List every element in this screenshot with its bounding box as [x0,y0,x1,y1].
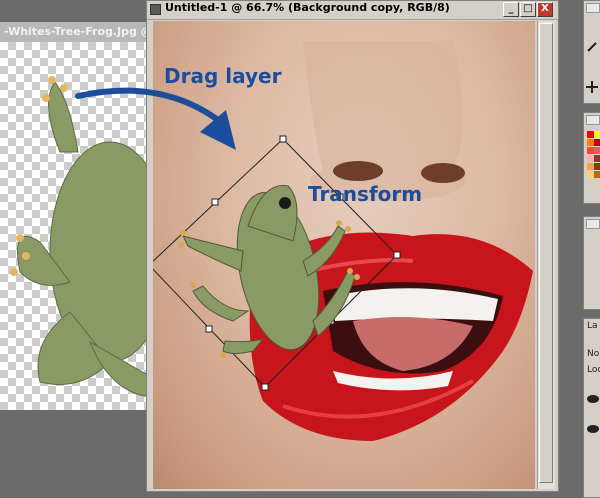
scrollbar-thumb[interactable] [539,23,553,483]
background-document-canvas[interactable] [0,42,171,410]
palette-tool-icons[interactable] [584,21,600,101]
layer-visibility-eye-icon[interactable] [587,425,599,433]
lock-label: Lock [587,365,600,375]
color-swatch[interactable] [594,147,600,154]
color-swatch[interactable] [587,155,594,162]
color-swatch[interactable] [587,171,594,178]
color-swatch[interactable] [594,163,600,170]
palette-tab[interactable] [586,3,600,13]
layer-visibility-eye-icon[interactable] [587,395,599,403]
color-swatch[interactable] [594,155,600,162]
background-document-title[interactable]: -Whites-Tree-Frog.Jpg @ 100 [0,22,160,42]
color-swatch[interactable] [587,139,594,146]
frog-layer[interactable] [153,21,535,489]
color-swatch[interactable] [587,163,594,170]
blend-mode-select[interactable]: No [587,349,599,359]
source-frog-image [10,76,171,398]
drag-layer-label: Drag layer [164,64,282,88]
minimize-button[interactable]: _ [503,2,519,17]
maximize-button[interactable]: □ [520,2,536,17]
color-swatch[interactable] [594,139,600,146]
background-document-window[interactable]: -Whites-Tree-Frog.Jpg @ 100 [0,22,171,410]
color-swatch[interactable] [594,171,600,178]
palette-tab[interactable] [586,219,600,229]
palette-tab[interactable] [586,115,600,125]
document-title-bar[interactable]: Untitled-1 @ 66.7% (Background copy, RGB… [147,1,558,20]
document-canvas[interactable] [153,21,535,489]
color-swatch[interactable] [594,131,600,138]
color-swatch[interactable] [587,147,594,154]
layers-palette[interactable]: La No Lock [583,318,600,498]
color-palette[interactable] [583,112,600,204]
color-swatch[interactable] [587,131,594,138]
layers-tab-label[interactable]: La [587,321,598,331]
document-icon [150,4,161,15]
navigator-palette[interactable] [583,0,600,104]
transform-label: Transform [308,182,423,206]
close-button[interactable]: X [537,2,553,17]
vertical-scrollbar[interactable] [537,21,555,489]
history-palette[interactable] [583,216,600,310]
document-title: Untitled-1 @ 66.7% (Background copy, RGB… [165,1,450,14]
